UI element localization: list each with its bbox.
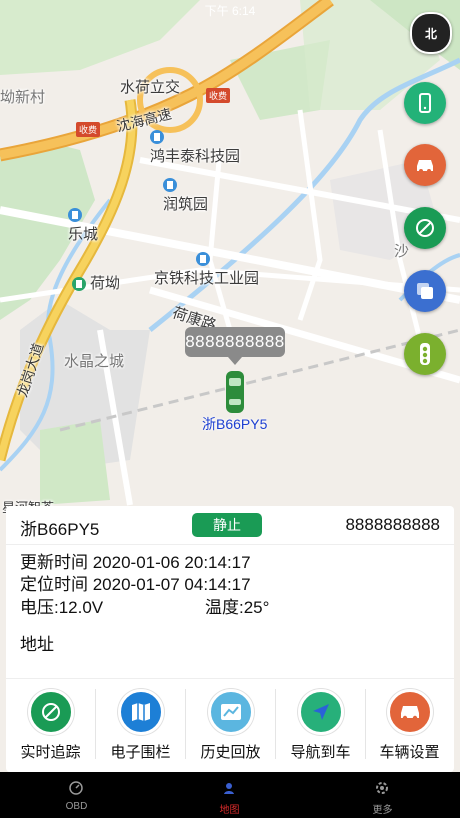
poi-label: 京铁科技工业园 [154, 270, 260, 287]
vehicle-settings-button[interactable]: 车辆设置 [365, 679, 454, 773]
geofence-button[interactable]: 电子围栏 [96, 679, 185, 773]
tab-map[interactable]: 地图 [153, 772, 306, 818]
vehicle-header-row: 浙B66PY5 静止 8888888888 [6, 506, 454, 545]
poi-jingtie[interactable]: 京铁科技工业园 [154, 250, 259, 288]
car-icon [417, 160, 433, 173]
compass-north-label: 北 [424, 26, 437, 41]
phone-button[interactable] [404, 82, 446, 124]
tracking-toggle-button[interactable] [404, 207, 446, 249]
layers-button[interactable] [404, 270, 446, 312]
phone-icon [419, 93, 431, 113]
tab-label: OBD [65, 801, 88, 812]
vehicle-plate-label: 浙B66PY5 [202, 416, 268, 432]
traffic-button[interactable] [404, 333, 446, 375]
tracking-icon [416, 219, 434, 237]
map-label: 沙 [394, 243, 410, 260]
status-time: 下午 6:14 [204, 4, 256, 18]
action-label: 电子围栏 [110, 744, 171, 761]
temperature: 温度:25° [205, 598, 270, 617]
vehicle-phone[interactable]: 8888888888 [345, 515, 440, 535]
obd-icon [69, 781, 83, 795]
poi-hegao[interactable]: 荷坳 [72, 272, 120, 293]
vehicle-plate: 浙B66PY5 [20, 520, 100, 539]
vehicle-marker-icon[interactable] [224, 369, 246, 415]
car-settings-icon [387, 689, 433, 735]
poi-label: 乐城 [68, 226, 99, 243]
map-label: 坳新村 [0, 89, 46, 106]
action-label: 实时追踪 [20, 744, 81, 761]
tab-label: 更多 [372, 805, 393, 816]
realtime-tracking-icon [28, 689, 74, 735]
realtime-tracking-button[interactable]: 实时追踪 [6, 679, 95, 773]
poi-label: 鸿丰泰科技园 [150, 148, 241, 165]
poi-label: 润筑园 [163, 196, 209, 213]
map-label: 水晶之城 [64, 353, 125, 370]
more-icon [376, 782, 388, 794]
vehicle-info-panel: 浙B66PY5 静止 8888888888 更新时间 2020-01-06 20… [6, 506, 454, 772]
vehicle-info-bubble[interactable]: 8888888888 [185, 327, 285, 365]
action-label: 导航到车 [290, 744, 351, 761]
poi-hongfengtai[interactable]: 鸿丰泰科技园 [150, 128, 240, 166]
building-icon [68, 208, 82, 223]
building-icon [150, 130, 164, 145]
locate-time: 定位时间 2020-01-07 04:14:17 [20, 575, 251, 594]
vehicle-center-button[interactable] [404, 144, 446, 186]
action-label: 车辆设置 [379, 744, 440, 761]
metro-icon [72, 277, 86, 292]
action-bar: 实时追踪 电子围栏 历史回放 导航到车 车辆设置 [6, 678, 454, 773]
navigate-icon [298, 689, 344, 735]
building-icon [163, 178, 177, 193]
status-bar: 下午 6:14 [0, 0, 460, 22]
geofence-map-icon [118, 689, 164, 735]
status-badge: 静止 [192, 513, 262, 537]
history-playback-button[interactable]: 历史回放 [186, 679, 275, 773]
voltage: 电压:12.0V [20, 598, 104, 617]
traffic-light-icon [420, 343, 430, 365]
tab-label: 地图 [219, 805, 240, 816]
layers-icon [417, 283, 433, 299]
compass-button[interactable]: 北 [410, 12, 452, 54]
bottom-tab-bar: OBD 地图 更多 [0, 772, 460, 818]
tab-obd[interactable]: OBD [0, 772, 153, 818]
building-icon [196, 252, 210, 267]
map-label: 水荷立交 [120, 79, 181, 96]
navigate-to-car-button[interactable]: 导航到车 [276, 679, 365, 773]
history-playback-icon [208, 689, 254, 735]
tab-more[interactable]: 更多 [306, 772, 459, 818]
poi-runzhuyuan[interactable]: 润筑园 [163, 176, 208, 214]
poi-label: 荷坳 [90, 275, 121, 292]
toll-badge: 收费 [206, 88, 231, 103]
map-icon [224, 783, 234, 794]
address: 地址 [20, 635, 54, 654]
toll-badge: 收费 [76, 122, 101, 137]
action-label: 历史回放 [200, 744, 261, 761]
poi-lecheng[interactable]: 乐城 [68, 206, 98, 244]
